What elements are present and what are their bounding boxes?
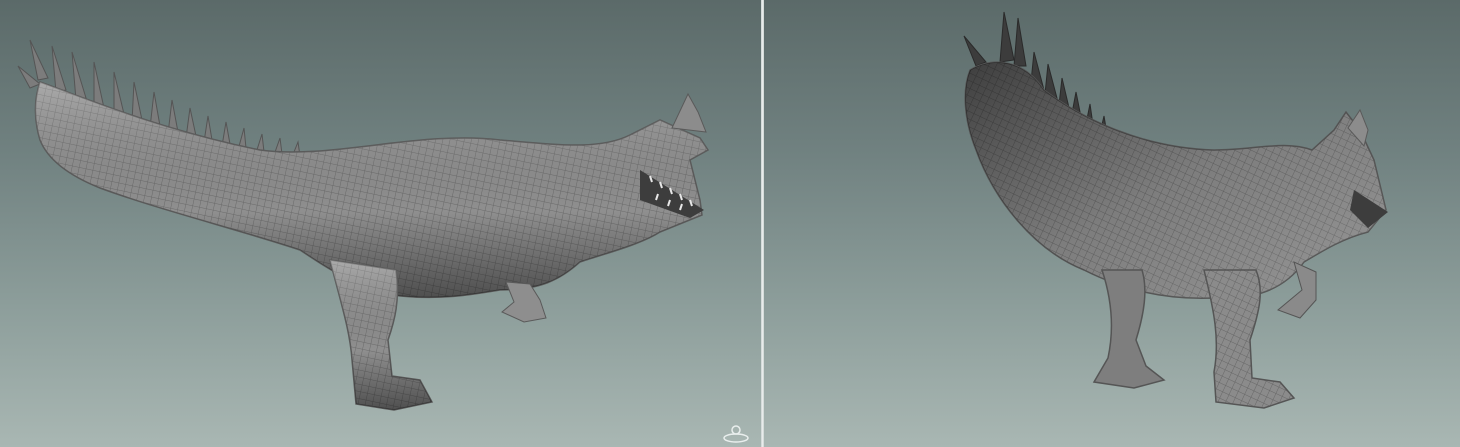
dinosaur-model-three-quarter[interactable]	[764, 0, 1460, 447]
viewport-three-quarter-view[interactable]	[764, 0, 1460, 447]
arm	[501, 281, 547, 323]
sculpt-workspace	[0, 0, 1460, 447]
hind-leg-near	[1203, 269, 1296, 409]
dinosaur-model-side[interactable]	[0, 0, 761, 447]
head-crest	[671, 92, 707, 133]
navigation-gizmo-icon[interactable]	[718, 420, 754, 444]
viewport-side-view[interactable]	[0, 0, 761, 447]
